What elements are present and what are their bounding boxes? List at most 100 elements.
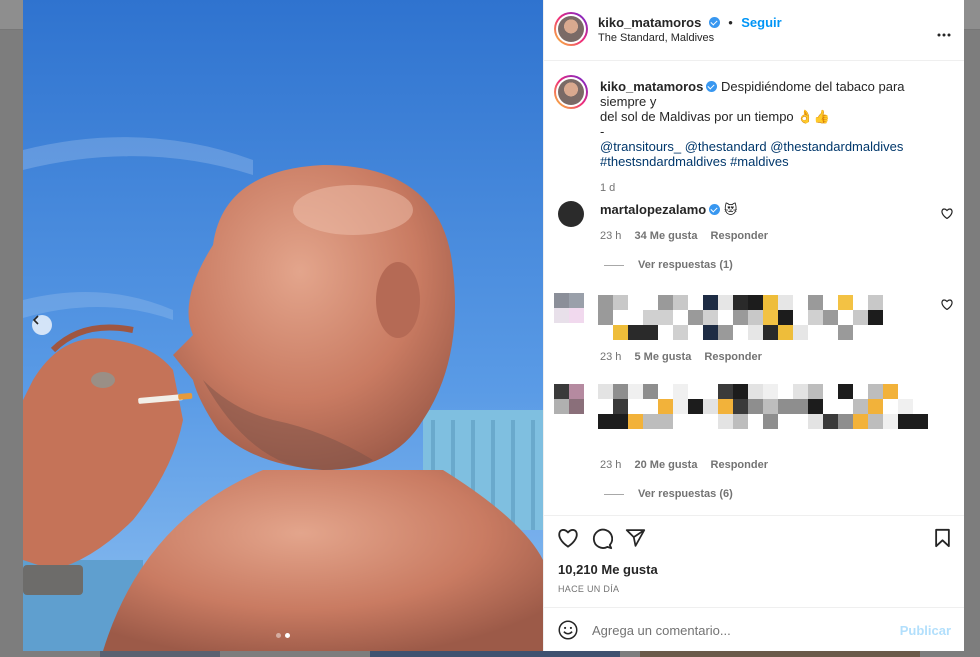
post-timestamp[interactable]: HACE UN DÍA xyxy=(558,584,619,594)
comment-icon[interactable] xyxy=(591,528,613,550)
redaction-pixel xyxy=(643,295,658,310)
redaction-pixel xyxy=(673,384,688,399)
author-avatar[interactable] xyxy=(554,12,588,46)
comment-timestamp[interactable]: 23 h xyxy=(600,230,621,242)
comment-likes-count[interactable]: 34 Me gusta xyxy=(634,230,697,242)
follow-button[interactable]: Seguir xyxy=(741,15,781,30)
caption-mentions[interactable]: @transitours_ @thestandard @thestandardm… xyxy=(600,139,950,154)
heart-icon[interactable] xyxy=(557,528,579,548)
redaction-pixel xyxy=(793,310,808,325)
redaction-pixel xyxy=(883,384,898,399)
redaction-pixel xyxy=(793,399,808,414)
redaction-pixel xyxy=(613,414,628,429)
caption-author-username[interactable]: kiko_matamoros xyxy=(600,79,703,94)
comment-author-username[interactable]: martalopezalamo xyxy=(600,202,706,217)
redaction-pixel xyxy=(733,414,748,429)
view-replies-button[interactable]: Ver respuestas (1) xyxy=(604,259,733,271)
view-replies-button[interactable]: Ver respuestas (6) xyxy=(604,488,733,500)
redaction-pixel xyxy=(718,384,733,399)
more-options-icon xyxy=(937,33,951,37)
comment-reply-button[interactable]: Responder xyxy=(704,351,761,363)
redaction-pixel xyxy=(598,310,613,325)
redaction-pixel xyxy=(823,295,838,310)
redaction-pixel xyxy=(868,399,883,414)
redaction-pixel xyxy=(658,295,673,310)
redaction-pixel xyxy=(718,399,733,414)
comment-composer: Publicar xyxy=(544,607,964,651)
bookmark-icon[interactable] xyxy=(934,528,951,548)
redaction-pixel xyxy=(628,414,643,429)
redaction-pixel xyxy=(628,399,643,414)
emoji-icon[interactable] xyxy=(558,620,578,640)
redaction-pixel xyxy=(598,414,613,429)
redaction-pixel xyxy=(673,310,688,325)
comments-list[interactable]: kiko_matamoros Despidiéndome del tabaco … xyxy=(544,61,964,515)
redacted-commenter-avatar[interactable] xyxy=(554,293,584,323)
redaction-pixel xyxy=(643,325,658,340)
comment-reply-button[interactable]: Responder xyxy=(711,230,768,242)
redaction-pixel xyxy=(823,384,838,399)
redaction-pixel xyxy=(688,399,703,414)
caption-author-avatar[interactable] xyxy=(554,75,588,109)
redaction-pixel xyxy=(688,414,703,429)
redaction-pixel xyxy=(643,310,658,325)
publish-button[interactable]: Publicar xyxy=(900,623,951,638)
post-image xyxy=(23,0,543,651)
redaction-pixel xyxy=(658,325,673,340)
redaction-pixel xyxy=(718,325,733,340)
redaction-pixel xyxy=(853,310,868,325)
redaction-pixel xyxy=(793,414,808,429)
redaction-pixel xyxy=(793,325,808,340)
comment-reply-button[interactable]: Responder xyxy=(711,459,768,471)
redaction-pixel xyxy=(703,399,718,414)
redaction-pixel xyxy=(733,384,748,399)
previous-image-button[interactable] xyxy=(32,315,52,335)
comment-timestamp[interactable]: 23 h xyxy=(600,351,621,363)
share-icon[interactable] xyxy=(625,528,646,548)
redaction-pixel xyxy=(778,310,793,325)
comment-text: 😻 xyxy=(723,202,738,217)
comment-likes-count[interactable]: 5 Me gusta xyxy=(634,351,691,363)
redaction-pixel xyxy=(598,399,613,414)
verified-icon xyxy=(706,81,718,92)
redaction-pixel xyxy=(703,310,718,325)
redaction-pixel xyxy=(628,325,643,340)
comment-input[interactable] xyxy=(592,620,892,640)
more-options-button[interactable] xyxy=(937,24,951,42)
redaction-pixel xyxy=(763,310,778,325)
redaction-pixel xyxy=(733,310,748,325)
separator-dot: • xyxy=(728,15,733,30)
redaction-pixel xyxy=(838,384,853,399)
likes-count[interactable]: 10,210 Me gusta xyxy=(558,562,658,577)
redaction-pixel xyxy=(748,325,763,340)
redaction-pixel xyxy=(748,399,763,414)
comment-like-heart-icon[interactable] xyxy=(941,299,953,310)
redaction-pixel xyxy=(613,295,628,310)
comment-timestamp[interactable]: 23 h xyxy=(600,459,621,471)
redaction-pixel xyxy=(778,325,793,340)
redaction-pixel xyxy=(808,384,823,399)
comment-like-heart-icon[interactable] xyxy=(941,208,953,219)
redaction-pixel xyxy=(913,399,928,414)
redaction-pixel xyxy=(673,414,688,429)
redaction-pixel xyxy=(613,399,628,414)
comment-meta: 23 h 20 Me gusta Responder xyxy=(600,459,778,471)
comment-likes-count[interactable]: 20 Me gusta xyxy=(634,459,697,471)
redaction-pixel xyxy=(838,310,853,325)
redaction-pixel xyxy=(793,295,808,310)
post-location[interactable]: The Standard, Maldives xyxy=(598,32,714,44)
carousel-indicator xyxy=(276,633,290,638)
commenter-avatar[interactable] xyxy=(558,201,584,227)
redacted-commenter-avatar[interactable] xyxy=(554,384,584,414)
redaction-pixel xyxy=(898,399,913,414)
redaction-pixel xyxy=(613,384,628,399)
view-replies-label: Ver respuestas (6) xyxy=(638,488,733,500)
author-username[interactable]: kiko_matamoros xyxy=(598,15,701,30)
redaction-pixel xyxy=(868,325,883,340)
caption-timestamp[interactable]: 1 d xyxy=(600,182,615,194)
caption-hashtags[interactable]: #thestsndardmaldives #maldives xyxy=(600,154,950,169)
redaction-pixel xyxy=(868,414,883,429)
redaction-pixel xyxy=(673,295,688,310)
redaction-pixel xyxy=(763,325,778,340)
redaction-pixel xyxy=(658,414,673,429)
